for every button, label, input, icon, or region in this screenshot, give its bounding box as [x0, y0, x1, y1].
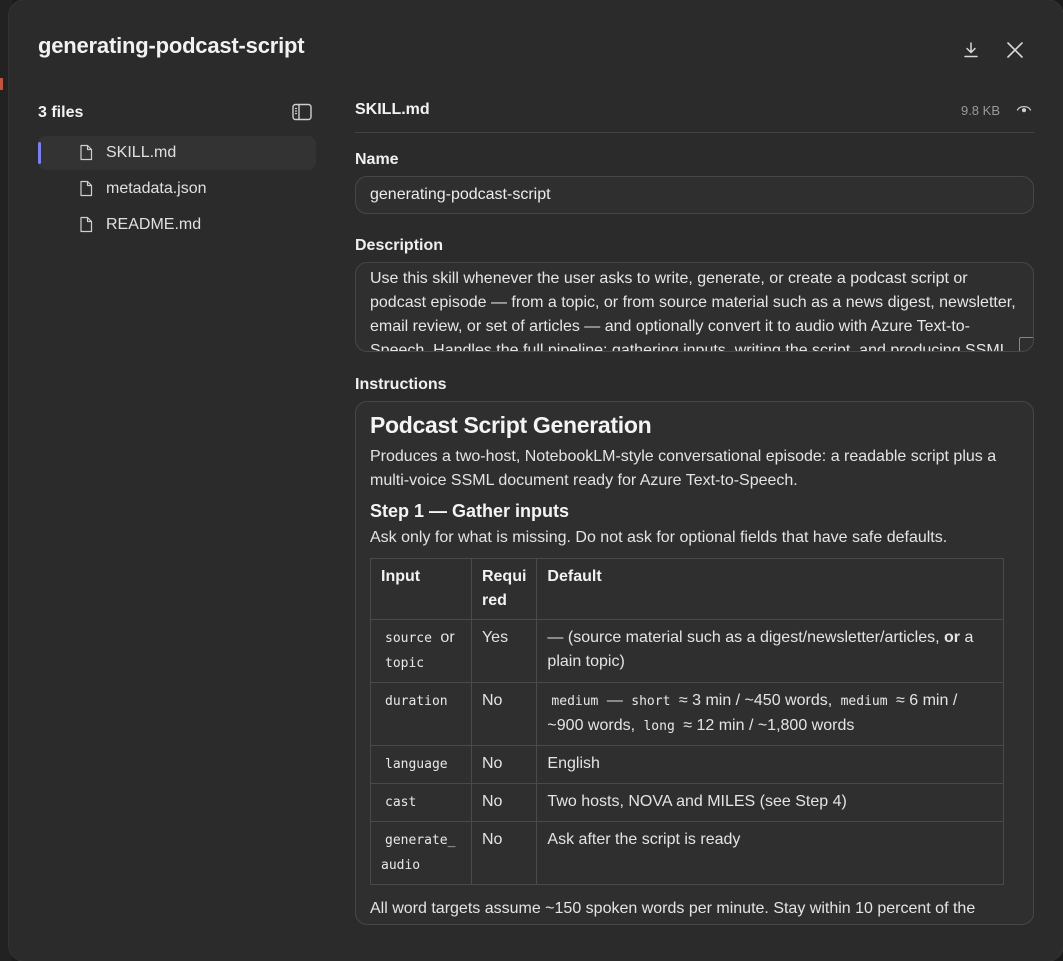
- file-header: SKILL.md 9.8 KB: [355, 101, 1034, 133]
- inline-code: medium: [840, 694, 888, 709]
- table-cell: generate_ audio: [370, 821, 472, 885]
- instructions-title: Podcast Script Generation: [370, 412, 652, 438]
- step1-heading: Step 1 — Gather inputs: [370, 501, 570, 521]
- table-cell: language: [370, 745, 472, 784]
- name-field[interactable]: generating-podcast-script: [355, 176, 1034, 214]
- table-header-row: Input Requi red Default: [370, 558, 1004, 620]
- description-label: Description: [355, 237, 444, 254]
- cell-bold-or: or: [944, 629, 961, 646]
- table-row: cast No Two hosts, NOVA and MILES (see S…: [370, 783, 1004, 822]
- background-marker: [0, 78, 3, 90]
- table-row: generate_ audio No Ask after the script i…: [370, 821, 1004, 885]
- table-cell: No: [470, 745, 538, 784]
- table-cell: Two hosts, NOVA and MILES (see Step 4): [536, 783, 1004, 822]
- current-file-name: SKILL.md: [355, 101, 430, 118]
- table-cell: cast: [370, 783, 472, 822]
- step1-text: Ask only for what is missing. Do not ask…: [370, 529, 948, 546]
- download-icon: [964, 42, 978, 58]
- table-cell: duration: [370, 682, 472, 746]
- inline-code: short: [631, 694, 671, 709]
- file-item-readme-md[interactable]: README.md: [38, 208, 316, 242]
- table-cell: Ask after the script is ready: [536, 821, 1004, 885]
- sidebar-toggle-button[interactable]: [291, 102, 313, 122]
- description-field[interactable]: Use this skill whenever the user asks to…: [355, 262, 1034, 352]
- file-icon: [80, 216, 93, 233]
- inline-code: generate_ audio: [381, 833, 456, 873]
- sidebar-toggle-icon: [292, 103, 312, 121]
- table-header: Input: [370, 558, 472, 620]
- file-list: SKILL.md metadata.json README.md: [38, 136, 316, 244]
- inline-code: medium: [551, 694, 599, 709]
- table-cell: English: [536, 745, 1004, 784]
- cell-text: ≈ 12 min / ~1,800 words: [678, 717, 855, 734]
- word-target-note: All word targets assume ~150 spoken word…: [370, 900, 976, 917]
- file-name: metadata.json: [106, 180, 207, 197]
- table-cell: medium — short ≈ 3 min / ~450 words, med…: [536, 682, 1004, 746]
- table-cell: source or topic: [370, 619, 472, 683]
- file-size: 9.8 KB: [960, 103, 1000, 118]
- instructions-label: Instructions: [355, 376, 447, 393]
- text-or: or: [440, 629, 455, 646]
- table-cell: No: [470, 821, 538, 885]
- instructions-intro: Produces a two-host, NotebookLM-style co…: [370, 448, 997, 489]
- inline-code: topic: [385, 656, 425, 671]
- file-icon: [80, 144, 93, 161]
- file-item-skill-md[interactable]: SKILL.md: [38, 136, 316, 170]
- inline-code: source: [385, 631, 432, 646]
- description-value: Use this skill whenever the user asks to…: [370, 270, 1016, 352]
- inline-code: cast: [385, 795, 417, 810]
- table-header: Default: [536, 558, 1004, 620]
- table-row: source or topic Yes — (source material su…: [370, 619, 1004, 683]
- skill-file-dialog: generating-podcast-script 3 files SKILL.…: [9, 0, 1063, 961]
- table-cell: No: [470, 682, 538, 746]
- cell-text: —: [602, 692, 628, 709]
- name-value: generating-podcast-script: [370, 186, 551, 203]
- cell-text: ≈ 3 min / ~450 words,: [674, 692, 837, 709]
- name-label: Name: [355, 151, 399, 168]
- dialog-title: generating-podcast-script: [38, 33, 305, 58]
- table-cell: No: [470, 783, 538, 822]
- inline-code: duration: [385, 694, 448, 709]
- inline-code: long: [643, 719, 675, 734]
- inputs-table: Input Requi red Default source or topic Ye…: [370, 558, 1004, 885]
- inline-code: language: [385, 757, 448, 772]
- preview-toggle-button[interactable]: [1016, 102, 1032, 121]
- resize-handle[interactable]: [1019, 337, 1033, 351]
- table-row: duration No medium — short ≈ 3 min / ~45…: [370, 682, 1004, 746]
- files-count: 3 files: [38, 104, 84, 121]
- close-icon: [1007, 42, 1023, 58]
- file-item-metadata-json[interactable]: metadata.json: [38, 172, 316, 206]
- close-button[interactable]: [1003, 38, 1027, 62]
- instructions-viewer[interactable]: Podcast Script Generation Produces a two…: [355, 401, 1034, 925]
- table-cell: — (source material such as a digest/news…: [536, 619, 1004, 683]
- file-name: SKILL.md: [106, 144, 177, 161]
- table-header: Requi red: [470, 558, 538, 620]
- eye-icon: [1016, 105, 1032, 113]
- download-button[interactable]: [959, 38, 983, 62]
- table-cell: Yes: [470, 619, 538, 683]
- file-icon: [80, 180, 93, 197]
- cell-text: — (source material such as a digest/news…: [547, 629, 945, 646]
- table-row: language No English: [370, 745, 1004, 784]
- file-name: README.md: [106, 216, 202, 233]
